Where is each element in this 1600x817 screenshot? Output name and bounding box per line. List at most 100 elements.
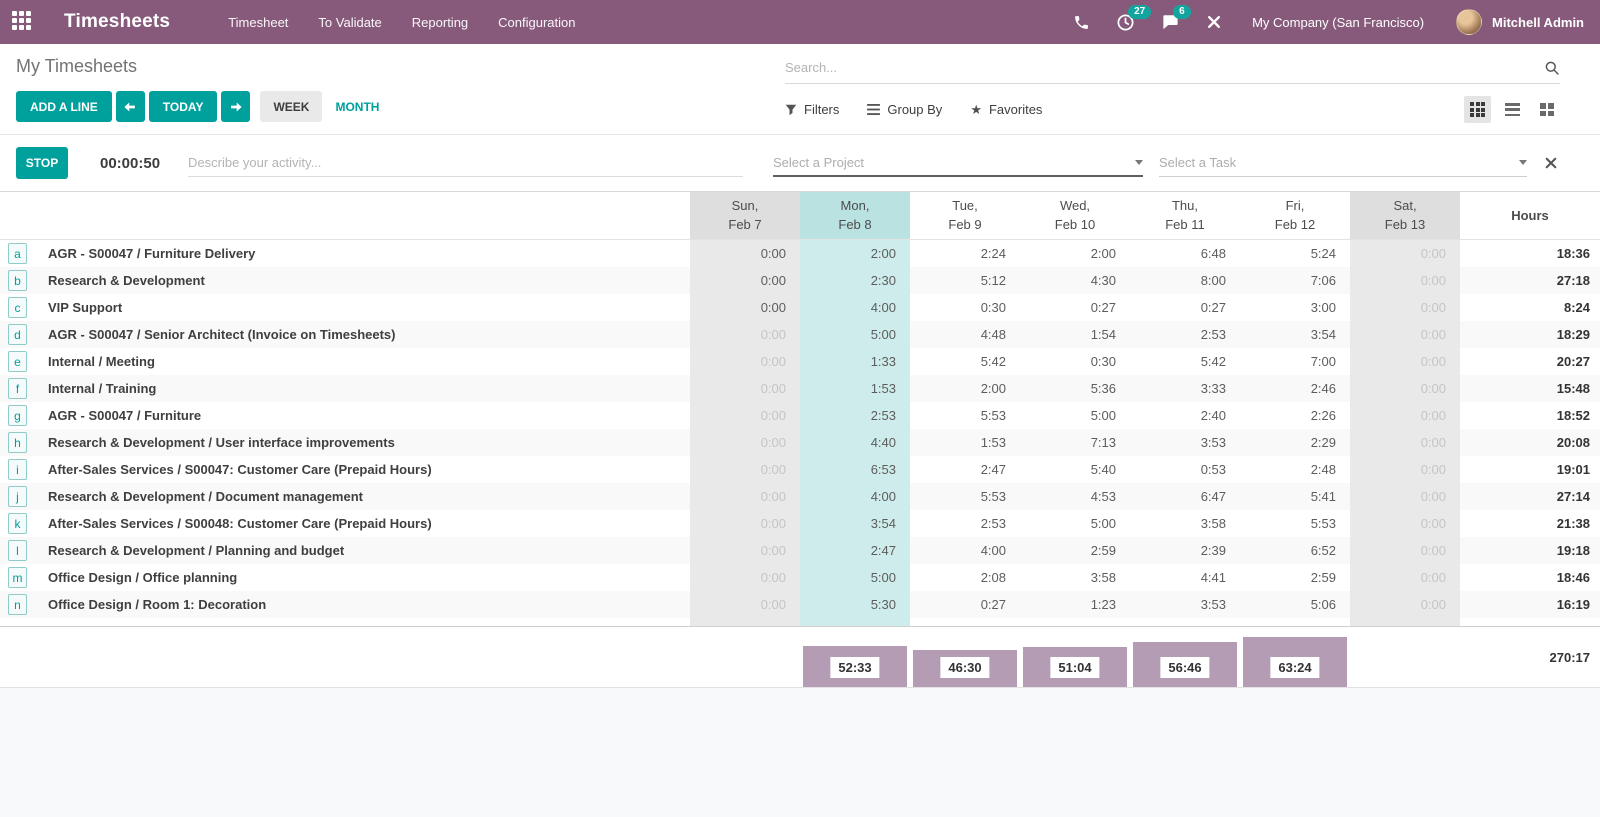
filters-button[interactable]: Filters bbox=[785, 102, 839, 117]
grid-cell[interactable]: 4:00 bbox=[800, 294, 910, 321]
menu-to-validate[interactable]: To Validate bbox=[318, 15, 381, 30]
grid-cell[interactable]: 4:00 bbox=[800, 483, 910, 510]
grid-cell[interactable]: 3:54 bbox=[800, 510, 910, 537]
grid-cell[interactable]: 5:00 bbox=[1020, 510, 1130, 537]
row-shortcut-badge-h[interactable]: h bbox=[8, 432, 27, 453]
grid-cell[interactable]: 0:30 bbox=[1020, 348, 1130, 375]
close-timer-icon[interactable] bbox=[1545, 157, 1557, 169]
grid-cell[interactable]: 2:40 bbox=[1130, 402, 1240, 429]
grid-cell[interactable]: 5:53 bbox=[910, 402, 1020, 429]
range-week-button[interactable]: WEEK bbox=[260, 91, 322, 122]
tools-icon[interactable] bbox=[1206, 14, 1222, 30]
grid-cell[interactable]: 0:27 bbox=[910, 591, 1020, 618]
grid-cell[interactable]: 6:47 bbox=[1130, 483, 1240, 510]
menu-timesheet[interactable]: Timesheet bbox=[228, 15, 288, 30]
view-switch-list[interactable] bbox=[1499, 97, 1526, 122]
grid-cell[interactable]: 5:24 bbox=[1240, 240, 1350, 267]
grid-cell[interactable]: 5:42 bbox=[1130, 348, 1240, 375]
grid-cell[interactable]: 0:00 bbox=[1350, 294, 1460, 321]
grid-cell[interactable]: 1:53 bbox=[910, 429, 1020, 456]
grid-cell[interactable]: 7:06 bbox=[1240, 267, 1350, 294]
grid-cell[interactable]: 3:53 bbox=[1130, 429, 1240, 456]
grid-cell[interactable]: 7:13 bbox=[1020, 429, 1130, 456]
grid-cell[interactable]: 0:00 bbox=[1350, 267, 1460, 294]
grid-cell[interactable]: 0:00 bbox=[1350, 591, 1460, 618]
activities-clock-icon[interactable]: 27 bbox=[1116, 13, 1135, 32]
grid-cell[interactable]: 2:47 bbox=[910, 456, 1020, 483]
row-shortcut-badge-d[interactable]: d bbox=[8, 324, 27, 345]
range-month-button[interactable]: MONTH bbox=[322, 91, 392, 122]
grid-cell[interactable]: 1:23 bbox=[1020, 591, 1130, 618]
grid-cell[interactable]: 0:00 bbox=[1350, 348, 1460, 375]
today-button[interactable]: TODAY bbox=[149, 91, 218, 122]
grid-cell[interactable]: 1:53 bbox=[800, 375, 910, 402]
grid-cell[interactable]: 5:36 bbox=[1020, 375, 1130, 402]
grid-cell[interactable]: 4:48 bbox=[910, 321, 1020, 348]
voip-phone-icon[interactable] bbox=[1073, 14, 1090, 31]
grid-cell[interactable]: 3:53 bbox=[1130, 591, 1240, 618]
row-shortcut-badge-c[interactable]: c bbox=[8, 297, 27, 318]
grid-cell[interactable]: 0:00 bbox=[690, 402, 800, 429]
grid-cell[interactable]: 5:53 bbox=[910, 483, 1020, 510]
grid-cell[interactable]: 0:30 bbox=[910, 294, 1020, 321]
grid-cell[interactable]: 3:00 bbox=[1240, 294, 1350, 321]
grid-cell[interactable]: 2:00 bbox=[800, 240, 910, 267]
grid-cell[interactable]: 2:26 bbox=[1240, 402, 1350, 429]
grid-cell[interactable]: 6:48 bbox=[1130, 240, 1240, 267]
grid-cell[interactable]: 2:59 bbox=[1020, 537, 1130, 564]
grid-cell[interactable]: 6:52 bbox=[1240, 537, 1350, 564]
grid-cell[interactable]: 8:00 bbox=[1130, 267, 1240, 294]
grid-cell[interactable]: 5:00 bbox=[1020, 402, 1130, 429]
grid-cell[interactable]: 3:54 bbox=[1240, 321, 1350, 348]
grid-cell[interactable]: 3:33 bbox=[1130, 375, 1240, 402]
grid-cell[interactable]: 2:53 bbox=[800, 402, 910, 429]
project-select[interactable]: Select a Project bbox=[773, 149, 1143, 177]
grid-cell[interactable]: 2:47 bbox=[800, 537, 910, 564]
grid-cell[interactable]: 0:00 bbox=[690, 483, 800, 510]
row-shortcut-badge-m[interactable]: m bbox=[8, 567, 27, 588]
task-select[interactable]: Select a Task bbox=[1159, 149, 1527, 177]
grid-cell[interactable]: 2:08 bbox=[910, 564, 1020, 591]
grid-cell[interactable]: 2:24 bbox=[910, 240, 1020, 267]
grid-cell[interactable]: 0:00 bbox=[690, 348, 800, 375]
row-shortcut-badge-k[interactable]: k bbox=[8, 513, 27, 534]
grid-cell[interactable]: 0:00 bbox=[1350, 375, 1460, 402]
row-shortcut-badge-j[interactable]: j bbox=[8, 486, 27, 507]
grid-cell[interactable]: 4:30 bbox=[1020, 267, 1130, 294]
grid-cell[interactable]: 5:30 bbox=[800, 591, 910, 618]
row-shortcut-badge-f[interactable]: f bbox=[8, 378, 27, 399]
grid-cell[interactable]: 0:00 bbox=[1350, 564, 1460, 591]
grid-cell[interactable]: 0:00 bbox=[690, 591, 800, 618]
grid-cell[interactable]: 2:39 bbox=[1130, 537, 1240, 564]
grid-cell[interactable]: 5:00 bbox=[800, 321, 910, 348]
grid-cell[interactable]: 5:40 bbox=[1020, 456, 1130, 483]
grid-cell[interactable]: 0:27 bbox=[1020, 294, 1130, 321]
grid-cell[interactable]: 0:00 bbox=[1350, 456, 1460, 483]
grid-cell[interactable]: 4:40 bbox=[800, 429, 910, 456]
grid-cell[interactable]: 6:53 bbox=[800, 456, 910, 483]
search-input[interactable] bbox=[785, 60, 1544, 75]
messages-chat-icon[interactable]: 6 bbox=[1161, 13, 1180, 31]
stop-timer-button[interactable]: STOP bbox=[16, 147, 68, 179]
row-shortcut-badge-n[interactable]: n bbox=[8, 594, 27, 615]
grid-cell[interactable]: 0:53 bbox=[1130, 456, 1240, 483]
grid-cell[interactable]: 2:46 bbox=[1240, 375, 1350, 402]
row-shortcut-badge-l[interactable]: l bbox=[8, 540, 27, 561]
grid-cell[interactable]: 4:41 bbox=[1130, 564, 1240, 591]
grid-cell[interactable]: 5:06 bbox=[1240, 591, 1350, 618]
grid-cell[interactable]: 0:00 bbox=[1350, 321, 1460, 348]
grid-cell[interactable]: 1:54 bbox=[1020, 321, 1130, 348]
grid-cell[interactable]: 0:00 bbox=[690, 267, 800, 294]
favorites-button[interactable]: ★ Favorites bbox=[970, 102, 1042, 118]
grid-cell[interactable]: 5:00 bbox=[800, 564, 910, 591]
grid-cell[interactable]: 2:00 bbox=[910, 375, 1020, 402]
grid-cell[interactable]: 3:58 bbox=[1020, 564, 1130, 591]
row-shortcut-badge-i[interactable]: i bbox=[8, 459, 27, 480]
view-switch-grid[interactable] bbox=[1464, 96, 1491, 123]
grid-cell[interactable]: 4:53 bbox=[1020, 483, 1130, 510]
grid-cell[interactable]: 0:27 bbox=[1130, 294, 1240, 321]
grid-cell[interactable]: 2:29 bbox=[1240, 429, 1350, 456]
grid-cell[interactable]: 2:53 bbox=[910, 510, 1020, 537]
row-shortcut-badge-g[interactable]: g bbox=[8, 405, 27, 426]
grid-cell[interactable]: 4:00 bbox=[910, 537, 1020, 564]
